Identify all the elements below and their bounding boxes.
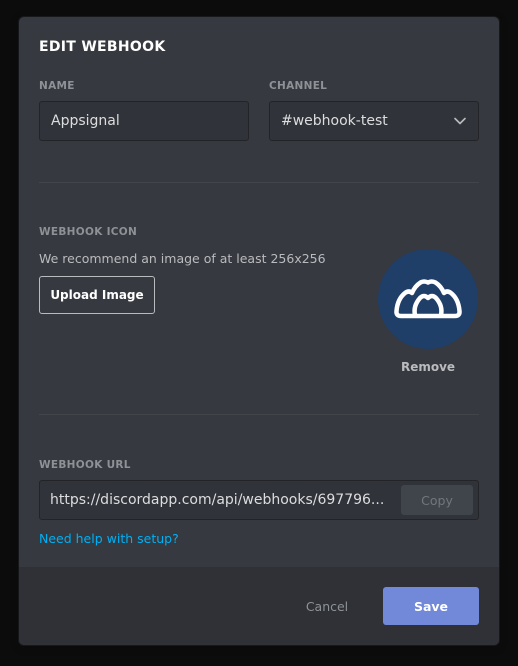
appsignal-logo-icon — [394, 279, 462, 319]
save-button[interactable]: Save — [383, 587, 479, 625]
modal-footer: Cancel Save — [19, 567, 499, 645]
webhook-url-field[interactable]: https://discordapp.com/api/webhooks/6977… — [39, 480, 479, 520]
setup-help-link[interactable]: Need help with setup? — [39, 531, 179, 546]
webhook-url-text[interactable]: https://discordapp.com/api/webhooks/6977… — [40, 492, 401, 508]
remove-avatar-link[interactable]: Remove — [378, 360, 478, 374]
channel-label: CHANNEL — [269, 80, 328, 92]
cancel-button[interactable]: Cancel — [295, 587, 359, 625]
webhook-icon-label: WEBHOOK ICON — [39, 226, 138, 238]
name-label: NAME — [39, 80, 75, 92]
section-divider — [39, 414, 479, 415]
modal-title: EDIT WEBHOOK — [39, 39, 166, 55]
icon-size-hint: We recommend an image of at least 256x25… — [39, 251, 326, 266]
copy-button[interactable]: Copy — [401, 485, 473, 515]
channel-select[interactable]: #webhook-test — [269, 101, 479, 141]
channel-select-value: #webhook-test — [281, 113, 388, 129]
chevron-down-icon — [453, 114, 467, 128]
section-divider — [39, 182, 479, 183]
upload-image-button[interactable]: Upload Image — [39, 276, 155, 314]
webhook-avatar[interactable] — [378, 249, 478, 349]
edit-webhook-modal: EDIT WEBHOOK NAME CHANNEL #webhook-test … — [19, 17, 499, 645]
webhook-url-label: WEBHOOK URL — [39, 459, 131, 471]
name-input[interactable] — [39, 101, 249, 141]
